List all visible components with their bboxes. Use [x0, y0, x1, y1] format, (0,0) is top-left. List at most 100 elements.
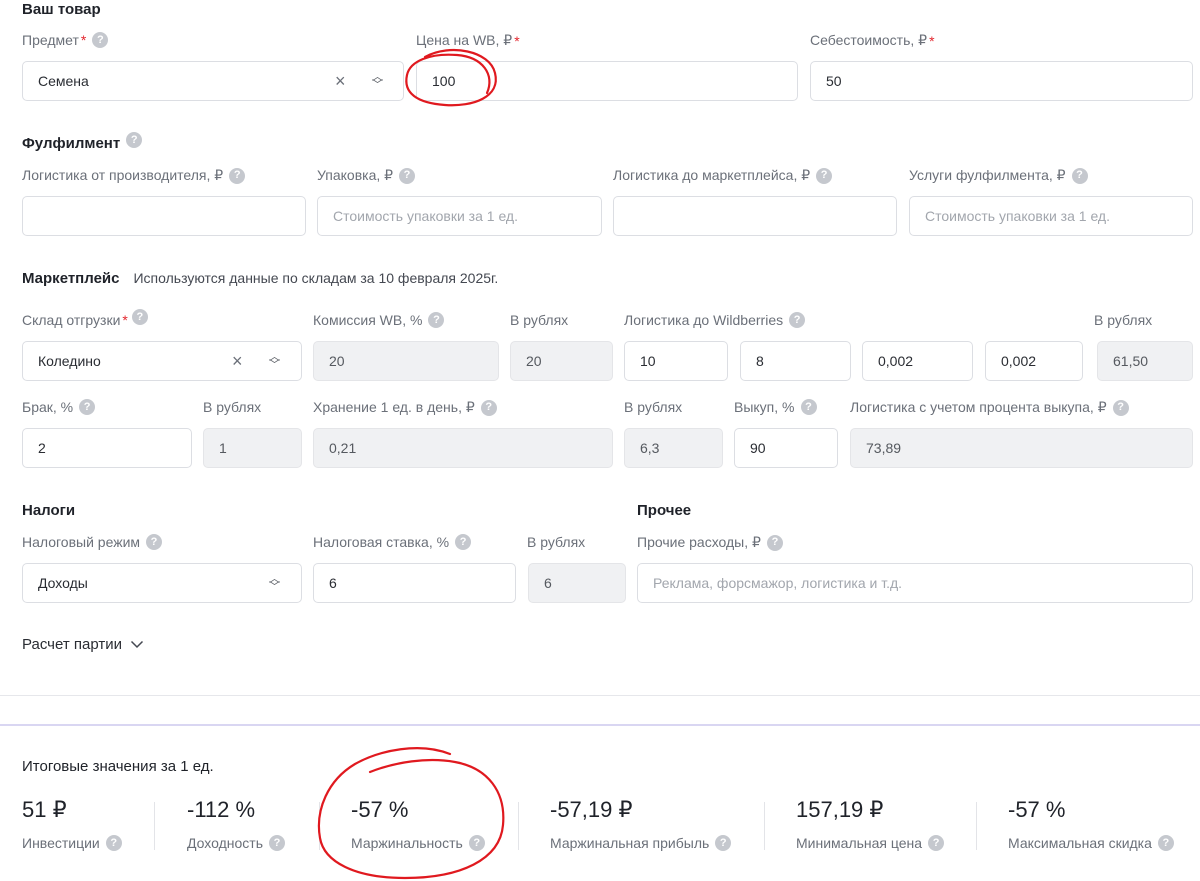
help-icon[interactable]: ? [455, 534, 472, 550]
result-label: Минимальная цена? [796, 835, 945, 851]
warehouse-select[interactable]: Коледино × ︿ ﹀ [22, 341, 302, 381]
result-label: Максимальная скидка? [1008, 835, 1174, 851]
cost-label: Себестоимость, ₽ * [810, 32, 935, 49]
chevron-down-icon [130, 640, 144, 649]
logistics-wb-rub-label: В рублях [1094, 312, 1153, 328]
commission-field: 20 [313, 341, 499, 381]
help-icon[interactable]: ? [1157, 835, 1174, 851]
help-icon[interactable]: ? [766, 534, 783, 551]
result-label: Доходность? [187, 835, 285, 851]
help-icon[interactable]: ? [428, 312, 445, 328]
help-icon[interactable]: ? [399, 167, 416, 184]
result-divider [154, 802, 155, 850]
help-icon[interactable]: ? [105, 835, 122, 851]
chevron-updown-icon[interactable]: ︿ ﹀ [269, 352, 280, 371]
logistics-wb-label: Логистика до Wildberries? [624, 312, 806, 328]
clear-icon[interactable]: × [335, 71, 346, 92]
result-max-discount: -57 % Максимальная скидка? [1008, 797, 1174, 851]
help-icon[interactable]: ? [715, 835, 732, 851]
packaging-placeholder: Стоимость упаковки за 1 ед. [333, 208, 518, 224]
result-divider [518, 802, 519, 850]
annotation-circle-price [405, 49, 497, 107]
other-expenses-placeholder: Реклама, форсмажор, логистика и т.д. [653, 575, 903, 591]
help-icon[interactable]: ? [800, 399, 817, 415]
marketplace-header: Маркетплейс Используются данные по склад… [22, 270, 498, 287]
help-icon[interactable]: ? [79, 399, 96, 415]
result-label: Инвестиции? [22, 835, 122, 851]
required-mark: * [122, 312, 128, 328]
fulfillment-section-title: Фулфилмент? [22, 132, 143, 152]
tax-rub-field: 6 [528, 563, 626, 603]
defect-rub-field: 1 [203, 428, 302, 468]
tax-rub-label: В рублях [527, 534, 586, 550]
help-icon[interactable]: ? [1071, 167, 1088, 184]
result-divider [976, 802, 977, 850]
help-icon[interactable]: ? [928, 835, 945, 851]
result-profitability: -112 % Доходность? [187, 797, 285, 851]
logistics-buyout-field: 73,89 [850, 428, 1193, 468]
help-icon[interactable]: ? [131, 309, 148, 325]
help-icon[interactable]: ? [789, 312, 806, 328]
help-icon[interactable]: ? [1112, 399, 1129, 416]
result-value: -57 % [1008, 797, 1066, 822]
result-value: 51 ₽ [22, 797, 67, 822]
chevron-updown-icon[interactable]: ︿ ﹀ [269, 574, 280, 593]
warehouse-label: Склад отгрузки *? [22, 309, 148, 328]
other-expenses-input[interactable]: Реклама, форсмажор, логистика и т.д. [637, 563, 1193, 603]
required-mark: * [80, 32, 87, 48]
other-expenses-label: Прочие расходы, ₽? [637, 534, 783, 551]
clear-icon[interactable]: × [232, 351, 243, 372]
help-icon[interactable]: ? [92, 32, 109, 48]
subject-select[interactable]: Семена × ︿ ﹀ [22, 61, 404, 101]
result-divider [764, 802, 765, 850]
packaging-input[interactable]: Стоимость упаковки за 1 ед. [317, 196, 602, 236]
product-section-title: Ваш товар [22, 1, 101, 18]
cost-value: 50 [826, 73, 842, 89]
services-input[interactable]: Стоимость упаковки за 1 ед. [909, 196, 1193, 236]
commission-label: Комиссия WB, %? [313, 312, 445, 328]
help-icon[interactable]: ? [229, 167, 246, 184]
marketplace-note: Используются данные по складам за 10 фев… [133, 270, 499, 286]
commission-rub-label: В рублях [510, 312, 569, 328]
required-mark: * [929, 32, 935, 49]
logistics-wb-input-2[interactable]: 8 [740, 341, 851, 381]
logistics-buyout-label: Логистика с учетом процента выкупа, ₽? [850, 399, 1129, 416]
help-icon[interactable]: ? [816, 167, 833, 184]
results-title: Итоговые значения за 1 ед. [22, 758, 214, 775]
batch-toggle[interactable]: Расчет партии [22, 636, 144, 653]
subject-value: Семена [38, 73, 89, 89]
help-icon[interactable]: ? [268, 835, 285, 851]
help-icon[interactable]: ? [146, 534, 163, 550]
tax-regime-select[interactable]: Доходы ︿ ﹀ [22, 563, 302, 603]
tax-regime-value: Доходы [38, 575, 88, 591]
result-investments: 51 ₽ Инвестиции? [22, 797, 122, 851]
result-value: 157,19 ₽ [796, 797, 884, 822]
warehouse-value: Коледино [38, 353, 101, 369]
storage-label: Хранение 1 ед. в день, ₽? [313, 399, 497, 416]
annotation-circle-margin [317, 747, 505, 880]
logistics-wb-input-1[interactable]: 10 [624, 341, 728, 381]
tax-rate-label: Налоговая ставка, %? [313, 534, 472, 550]
buyout-input[interactable]: 90 [734, 428, 838, 468]
storage-field: 0,21 [313, 428, 613, 468]
packaging-label: Упаковка, ₽? [317, 167, 416, 184]
logistics-wb-input-3[interactable]: 0,002 [862, 341, 973, 381]
logistics-mp-input[interactable] [613, 196, 897, 236]
logistics-wb-input-4[interactable]: 0,002 [985, 341, 1083, 381]
subject-label: Предмет *? [22, 32, 109, 48]
help-icon[interactable]: ? [126, 132, 143, 148]
buyout-label: Выкуп, %? [734, 399, 817, 415]
tax-rate-input[interactable]: 6 [313, 563, 516, 603]
commission-rub-field: 20 [510, 341, 613, 381]
logistics-mfr-input[interactable] [22, 196, 306, 236]
defect-rub-label: В рублях [203, 399, 262, 415]
services-placeholder: Стоимость упаковки за 1 ед. [925, 208, 1110, 224]
result-min-price: 157,19 ₽ Минимальная цена? [796, 797, 945, 851]
help-icon[interactable]: ? [480, 399, 497, 416]
other-section-title: Прочее [637, 502, 692, 519]
required-mark: * [514, 32, 520, 49]
cost-input[interactable]: 50 [810, 61, 1193, 101]
logistics-wb-rub-field: 61,50 [1097, 341, 1193, 381]
defect-input[interactable]: 2 [22, 428, 192, 468]
chevron-updown-icon[interactable]: ︿ ﹀ [372, 72, 383, 91]
